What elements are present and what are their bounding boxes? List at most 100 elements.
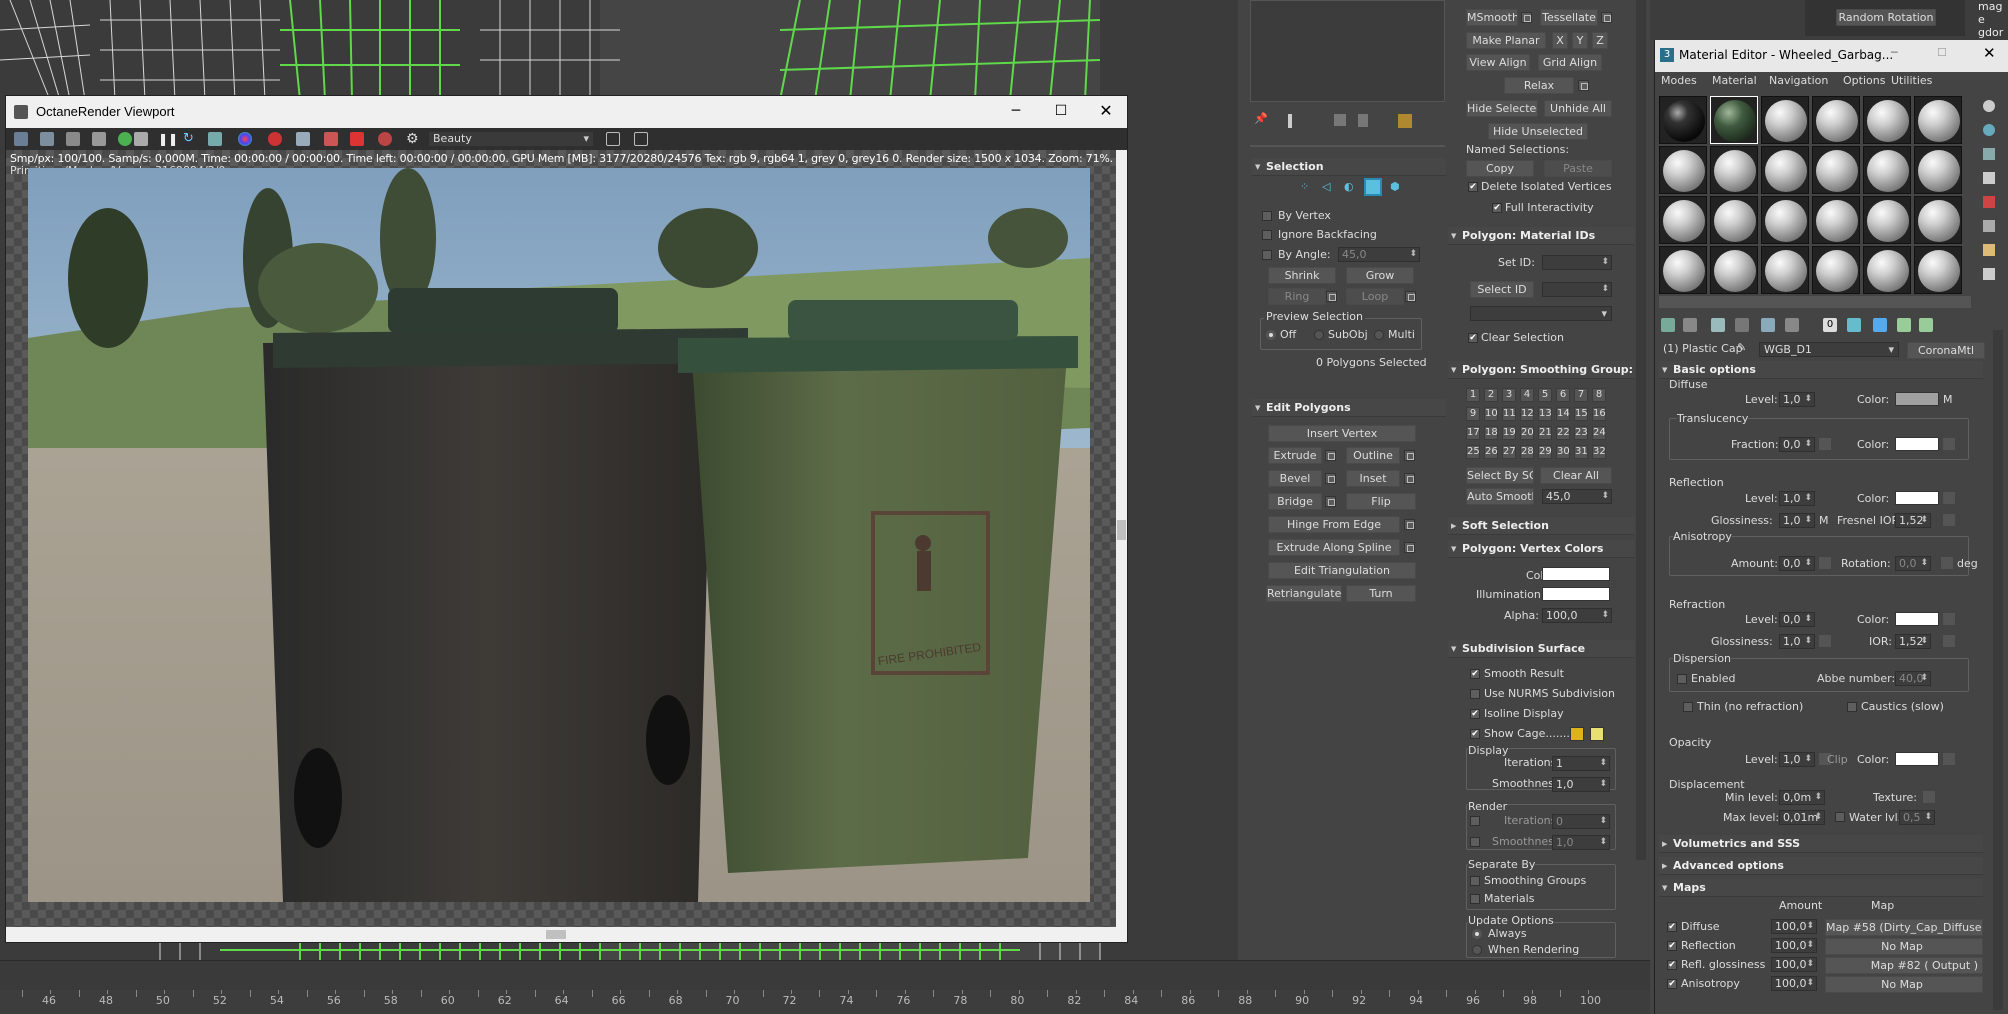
menu-material[interactable]: Material	[1712, 74, 1757, 87]
smoothing-group-26[interactable]: 26	[1484, 445, 1498, 459]
material-slot[interactable]	[1914, 196, 1962, 244]
teapot-icon[interactable]	[378, 132, 392, 146]
water-level-spinner[interactable]: 0,5	[1899, 810, 1935, 825]
element-level-icon[interactable]: ⬢	[1390, 180, 1400, 193]
material-slot[interactable]	[1863, 146, 1911, 194]
material-slot[interactable]	[1761, 246, 1809, 294]
vertical-scroll-thumb[interactable]	[1117, 520, 1126, 540]
set-id-spinner[interactable]	[1542, 255, 1612, 270]
lock-icon[interactable]	[92, 132, 106, 146]
dispersion-enabled-check[interactable]	[1677, 674, 1687, 684]
ior-spinner[interactable]: 1,52	[1895, 634, 1931, 649]
vertex-color-swatch[interactable]	[1542, 567, 1610, 581]
smoothing-groups-check[interactable]	[1470, 876, 1480, 886]
map-enable-check[interactable]	[1667, 922, 1677, 932]
extrude-button[interactable]: Extrude	[1268, 447, 1322, 464]
smoothing-group-16[interactable]: 16	[1592, 407, 1606, 421]
shrink-button[interactable]: Shrink	[1268, 267, 1336, 284]
ior-map-button[interactable]	[1943, 635, 1955, 647]
mat-minimize-button[interactable]: ─	[1891, 46, 1898, 59]
display-iterations-spinner[interactable]: 1	[1552, 756, 1610, 771]
close-button[interactable]: ✕	[1096, 100, 1116, 122]
select-by-material-icon[interactable]	[1983, 268, 1995, 280]
refresh-icon[interactable]: ↻	[183, 132, 197, 146]
paste-button[interactable]: Paste	[1544, 160, 1612, 177]
outline-button[interactable]: Outline	[1346, 447, 1400, 464]
material-slot[interactable]	[1812, 96, 1860, 144]
translucency-map-button[interactable]	[1943, 438, 1955, 450]
show-cage-check[interactable]	[1470, 729, 1480, 739]
menu-options[interactable]: Options	[1843, 74, 1885, 87]
refraction-color-swatch[interactable]	[1895, 612, 1939, 626]
make-planar-button[interactable]: Make Planar	[1466, 32, 1546, 49]
hide-unselected-button[interactable]: Hide Unselected	[1488, 123, 1588, 140]
display-icon[interactable]	[296, 132, 310, 146]
maps-rollout-header[interactable]: Maps	[1659, 879, 1983, 897]
pin-icon[interactable]: 📌	[1254, 112, 1268, 125]
texture-map-button[interactable]	[1923, 791, 1935, 803]
zoom-icon[interactable]	[66, 132, 80, 146]
map-amount-spinner[interactable]: 100,0	[1771, 957, 1817, 972]
refl-glossiness-m[interactable]: M	[1819, 514, 1829, 527]
turn-button[interactable]: Turn	[1346, 585, 1416, 602]
material-slot[interactable]	[1812, 146, 1860, 194]
display-smoothness-spinner[interactable]: 1,0	[1552, 777, 1610, 792]
mat-editor-title-bar[interactable]: 3 Material Editor - Wheeled_Garbag... ─ …	[1655, 40, 2008, 72]
region-render-icon[interactable]	[208, 132, 222, 146]
bevel-button[interactable]: Bevel	[1268, 470, 1322, 487]
aniso-rotation-spinner[interactable]: 0,0	[1895, 556, 1931, 571]
mat-maximize-button[interactable]: ☐	[1937, 46, 1947, 59]
smoothing-group-25[interactable]: 25	[1466, 445, 1480, 459]
smoothing-group-11[interactable]: 11	[1502, 407, 1516, 421]
render-iterations-check[interactable]	[1470, 816, 1480, 826]
vertex-level-icon[interactable]: ⁘	[1300, 180, 1309, 193]
material-type-button[interactable]: CoronaMtl	[1907, 342, 1985, 359]
material-slot[interactable]	[1659, 96, 1707, 144]
get-material-icon[interactable]	[1661, 318, 1675, 332]
uv-tiling-icon[interactable]	[1983, 172, 1995, 184]
video-check-icon[interactable]	[1983, 196, 1995, 208]
selection-rollout-header[interactable]: Selection	[1252, 158, 1446, 176]
retriangulate-button[interactable]: Retriangulate	[1266, 585, 1342, 602]
material-slot[interactable]	[1761, 196, 1809, 244]
render-iterations-spinner[interactable]: 0	[1552, 814, 1610, 829]
use-nurms-check[interactable]	[1470, 689, 1480, 699]
aniso-rotation-map-button[interactable]	[1941, 557, 1953, 569]
aniso-amount-spinner[interactable]: 0,0	[1779, 556, 1815, 571]
save-image-icon[interactable]	[14, 132, 28, 146]
loop-spinner-icon[interactable]	[1405, 291, 1416, 302]
mat-close-button[interactable]: ✕	[1983, 44, 1996, 62]
smoothing-group-1[interactable]: 1	[1466, 388, 1480, 402]
border-level-icon[interactable]: ◐	[1344, 180, 1354, 193]
planar-z-button[interactable]: Z	[1592, 32, 1608, 49]
export-icon[interactable]	[40, 132, 54, 146]
background-icon[interactable]	[1983, 148, 1995, 160]
time-ruler[interactable]: 46 48 50 52 54 56 58 60 62 64 66 68 70 72 74 76 78 80 82 84…	[0, 990, 1650, 1014]
material-slot[interactable]	[1863, 246, 1911, 294]
random-rotation-button[interactable]: Random Rotation	[1836, 9, 1936, 26]
menu-utilities[interactable]: Utilities	[1891, 74, 1932, 87]
material-slot[interactable]	[1659, 196, 1707, 244]
bevel-settings-icon[interactable]	[1325, 473, 1336, 484]
always-radio[interactable]	[1472, 929, 1482, 939]
bridge-settings-icon[interactable]	[1325, 496, 1336, 507]
octane-title-bar[interactable]: OctaneRender Viewport ─ ☐ ✕	[6, 96, 1127, 128]
select-by-sg-button[interactable]: Select By SG	[1466, 467, 1534, 484]
refraction-map-button[interactable]	[1943, 613, 1955, 625]
material-slot[interactable]	[1863, 96, 1911, 144]
subdivision-rollout-header[interactable]: Subdivision Surface	[1448, 640, 1634, 658]
smoothing-group-27[interactable]: 27	[1502, 445, 1516, 459]
material-slot[interactable]	[1659, 146, 1707, 194]
configure-sets-icon[interactable]	[1398, 114, 1412, 128]
options-icon[interactable]	[1983, 244, 1995, 256]
menu-navigation[interactable]: Navigation	[1769, 74, 1828, 87]
msmooth-settings-icon[interactable]	[1521, 12, 1532, 23]
delete-isolated-check[interactable]	[1468, 182, 1478, 192]
alpha-spinner[interactable]: 100,0	[1542, 608, 1612, 623]
by-angle-spinner[interactable]: 45,0	[1338, 247, 1420, 262]
map-amount-spinner[interactable]: 100,0	[1771, 938, 1817, 953]
thin-check[interactable]	[1683, 702, 1693, 712]
preview-off-radio[interactable]	[1266, 330, 1276, 340]
reflection-color-swatch[interactable]	[1895, 491, 1939, 505]
sample-type-icon[interactable]	[1983, 100, 1995, 112]
